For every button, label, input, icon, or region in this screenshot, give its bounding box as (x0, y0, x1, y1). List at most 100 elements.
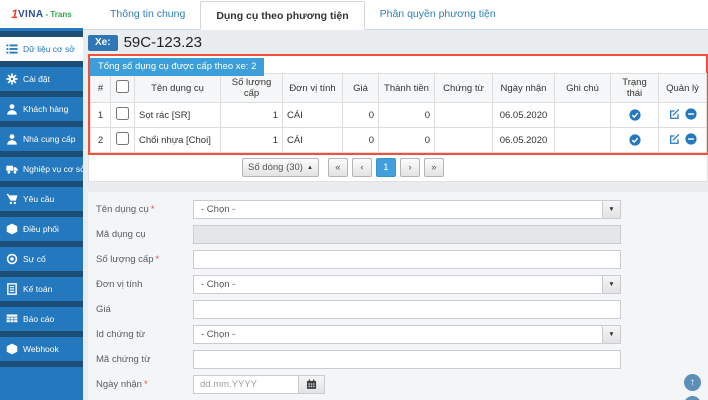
field-label: Số lượng cấp * (96, 254, 160, 265)
page-body: Xe: 59C-123.23 Tổng số dụng cụ được cấp … (83, 30, 708, 400)
status-check-icon (628, 134, 641, 146)
select-all-checkbox[interactable] (116, 80, 129, 93)
page-first-button[interactable]: « (327, 158, 348, 177)
list-icon (6, 44, 18, 54)
sidebar-item-bao-cao[interactable]: Báo cáo (0, 307, 83, 331)
shopping-cart-icon (6, 193, 18, 205)
target-icon (6, 253, 18, 265)
scroll-up-button[interactable]: ↑ (684, 374, 701, 391)
page-last-button[interactable]: » (423, 158, 444, 177)
id-chung-tu-select[interactable]: - Chọn - ▼ (193, 325, 621, 344)
sidebar-item-label: Dữ liệu cơ sở (23, 44, 75, 54)
sidebar-item-label: Sự cố (23, 254, 46, 264)
sidebar-item-khach-hang[interactable]: Khách hàng (0, 97, 83, 121)
ngay-nhan-field[interactable] (193, 375, 299, 394)
sidebar-item-ke-toan[interactable]: Kế toán (0, 277, 83, 301)
sidebar-item-label: Nghiệp vụ cơ sở (23, 164, 86, 174)
tab-thong-tin-chung[interactable]: Thông tin chung (95, 0, 200, 29)
status-check-icon (628, 109, 641, 121)
sidebar-item-label: Điều phối (23, 224, 59, 234)
required-marker: * (143, 379, 148, 390)
pagination-row: Số dòng (30) ▲ « ‹ 1 › » (88, 155, 708, 182)
row-qty: 1 (220, 127, 283, 153)
sidebar-item-dieu-phoi[interactable]: Điều phối (0, 217, 83, 241)
gia-field[interactable] (193, 300, 621, 319)
sidebar-item-label: Yêu cầu (23, 194, 55, 204)
row-checkbox[interactable] (116, 107, 129, 120)
page-prev-button[interactable]: ‹ (351, 158, 372, 177)
scroll-down-button[interactable]: ↓ (684, 396, 701, 400)
ma-chung-tu-field[interactable] (193, 350, 621, 369)
ten-dung-cu-select[interactable]: - Chọn - ▼ (193, 200, 621, 219)
col-name: Tên dụng cụ (134, 73, 221, 103)
sidebar-item-cai-dat[interactable]: Cài đặt (0, 67, 83, 91)
edit-icon[interactable] (669, 133, 681, 145)
col-checkbox (110, 73, 135, 103)
tab-phan-quyen-phuong-tien[interactable]: Phân quyền phương tiện (365, 0, 511, 29)
row-unit: CÁI (282, 102, 343, 128)
row-total: 0 (378, 127, 435, 153)
rows-per-page-label: Số dòng (30) (248, 162, 303, 173)
row-manage-cell (658, 127, 707, 153)
row-price: 0 (342, 102, 379, 128)
logo-mark: 1 (11, 7, 18, 21)
edit-icon[interactable] (669, 108, 681, 120)
table-grid-icon (6, 314, 18, 323)
vehicle-number: 59C-123.23 (123, 34, 202, 51)
truck-icon (6, 165, 18, 174)
field-label: Ngày nhận * (96, 379, 148, 390)
row-checkbox-cell (110, 102, 135, 128)
sidebar-item-su-co[interactable]: Sự cố (0, 247, 83, 271)
person-icon (7, 134, 17, 145)
remove-icon[interactable] (684, 132, 697, 145)
row-status-cell (610, 102, 659, 128)
row-note (554, 127, 611, 153)
rows-per-page-button[interactable]: Số dòng (30) ▲ (242, 158, 319, 177)
col-manage: Quản lý (658, 73, 707, 103)
ma-dung-cu-field (193, 225, 621, 244)
cube-icon (6, 343, 18, 355)
form-row-ma-chung-tu: Mã chứng từ (96, 350, 708, 369)
row-checkbox[interactable] (116, 132, 129, 145)
equipment-form: Tên dụng cụ * - Chọn - ▼ Mã dụng cụ Số lư… (88, 192, 708, 400)
form-row-ngay-nhan: Ngày nhận * (96, 375, 708, 394)
page-number-button[interactable]: 1 (375, 158, 396, 177)
sidebar-item-nha-cung-cap[interactable]: Nhà cung cấp (0, 127, 83, 151)
cube-icon (6, 223, 18, 235)
sidebar-item-nghiep-vu-co-so[interactable]: Nghiệp vụ cơ sở (0, 157, 86, 181)
chevron-down-icon[interactable]: ▼ (602, 326, 620, 343)
calendar-button[interactable] (299, 375, 325, 394)
row-status-cell (610, 127, 659, 153)
field-label: Tên dụng cụ * (96, 204, 155, 215)
don-vi-tinh-select[interactable]: - Chọn - ▼ (193, 275, 621, 294)
logo-suffix: - Trans (45, 9, 72, 19)
sidebar-item-webhook[interactable]: Webhook (0, 337, 83, 361)
page-next-button[interactable]: › (399, 158, 420, 177)
gear-icon (6, 73, 18, 85)
form-row-ma-dung-cu: Mã dụng cụ (96, 225, 708, 244)
app-window: 1 VINA - Trans Dữ liệu cơ sở Cài đặt Khá… (0, 0, 708, 400)
remove-icon[interactable] (684, 107, 697, 120)
sidebar-item-yeu-cau[interactable]: Yêu cầu (0, 187, 83, 211)
chevron-down-icon[interactable]: ▼ (602, 201, 620, 218)
tab-dung-cu-theo-phuong-tien[interactable]: Dụng cụ theo phương tiện (200, 1, 365, 30)
select-value: - Chọn - (201, 329, 236, 340)
required-marker: * (150, 204, 155, 215)
so-luong-cap-field[interactable] (193, 250, 621, 269)
sort-up-icon: ▲ (306, 164, 313, 171)
calendar-icon (306, 379, 317, 389)
form-row-gia: Giá (96, 300, 708, 319)
row-unit: CÁI (282, 127, 343, 153)
field-label: Mã chứng từ (96, 354, 151, 365)
sidebar-item-du-lieu-co-so[interactable]: Dữ liệu cơ sở (0, 37, 83, 61)
highlighted-table-region: Tổng số dụng cụ được cấp theo xe: 2 # Tê… (88, 54, 708, 155)
table-badge-row: Tổng số dụng cụ được cấp theo xe: 2 (90, 56, 706, 76)
total-count-badge: Tổng số dụng cụ được cấp theo xe: 2 (90, 58, 265, 76)
main-content: Thông tin chung Dụng cụ theo phương tiện… (83, 0, 708, 400)
sidebar-item-label: Báo cáo (23, 314, 55, 324)
form-row-ten-dung-cu: Tên dụng cụ * - Chọn - ▼ (96, 200, 708, 219)
select-value: - Chọn - (201, 279, 236, 290)
vehicle-badge: Xe: (88, 34, 118, 51)
chevron-down-icon[interactable]: ▼ (602, 276, 620, 293)
sidebar: 1 VINA - Trans Dữ liệu cơ sở Cài đặt Khá… (0, 0, 86, 400)
